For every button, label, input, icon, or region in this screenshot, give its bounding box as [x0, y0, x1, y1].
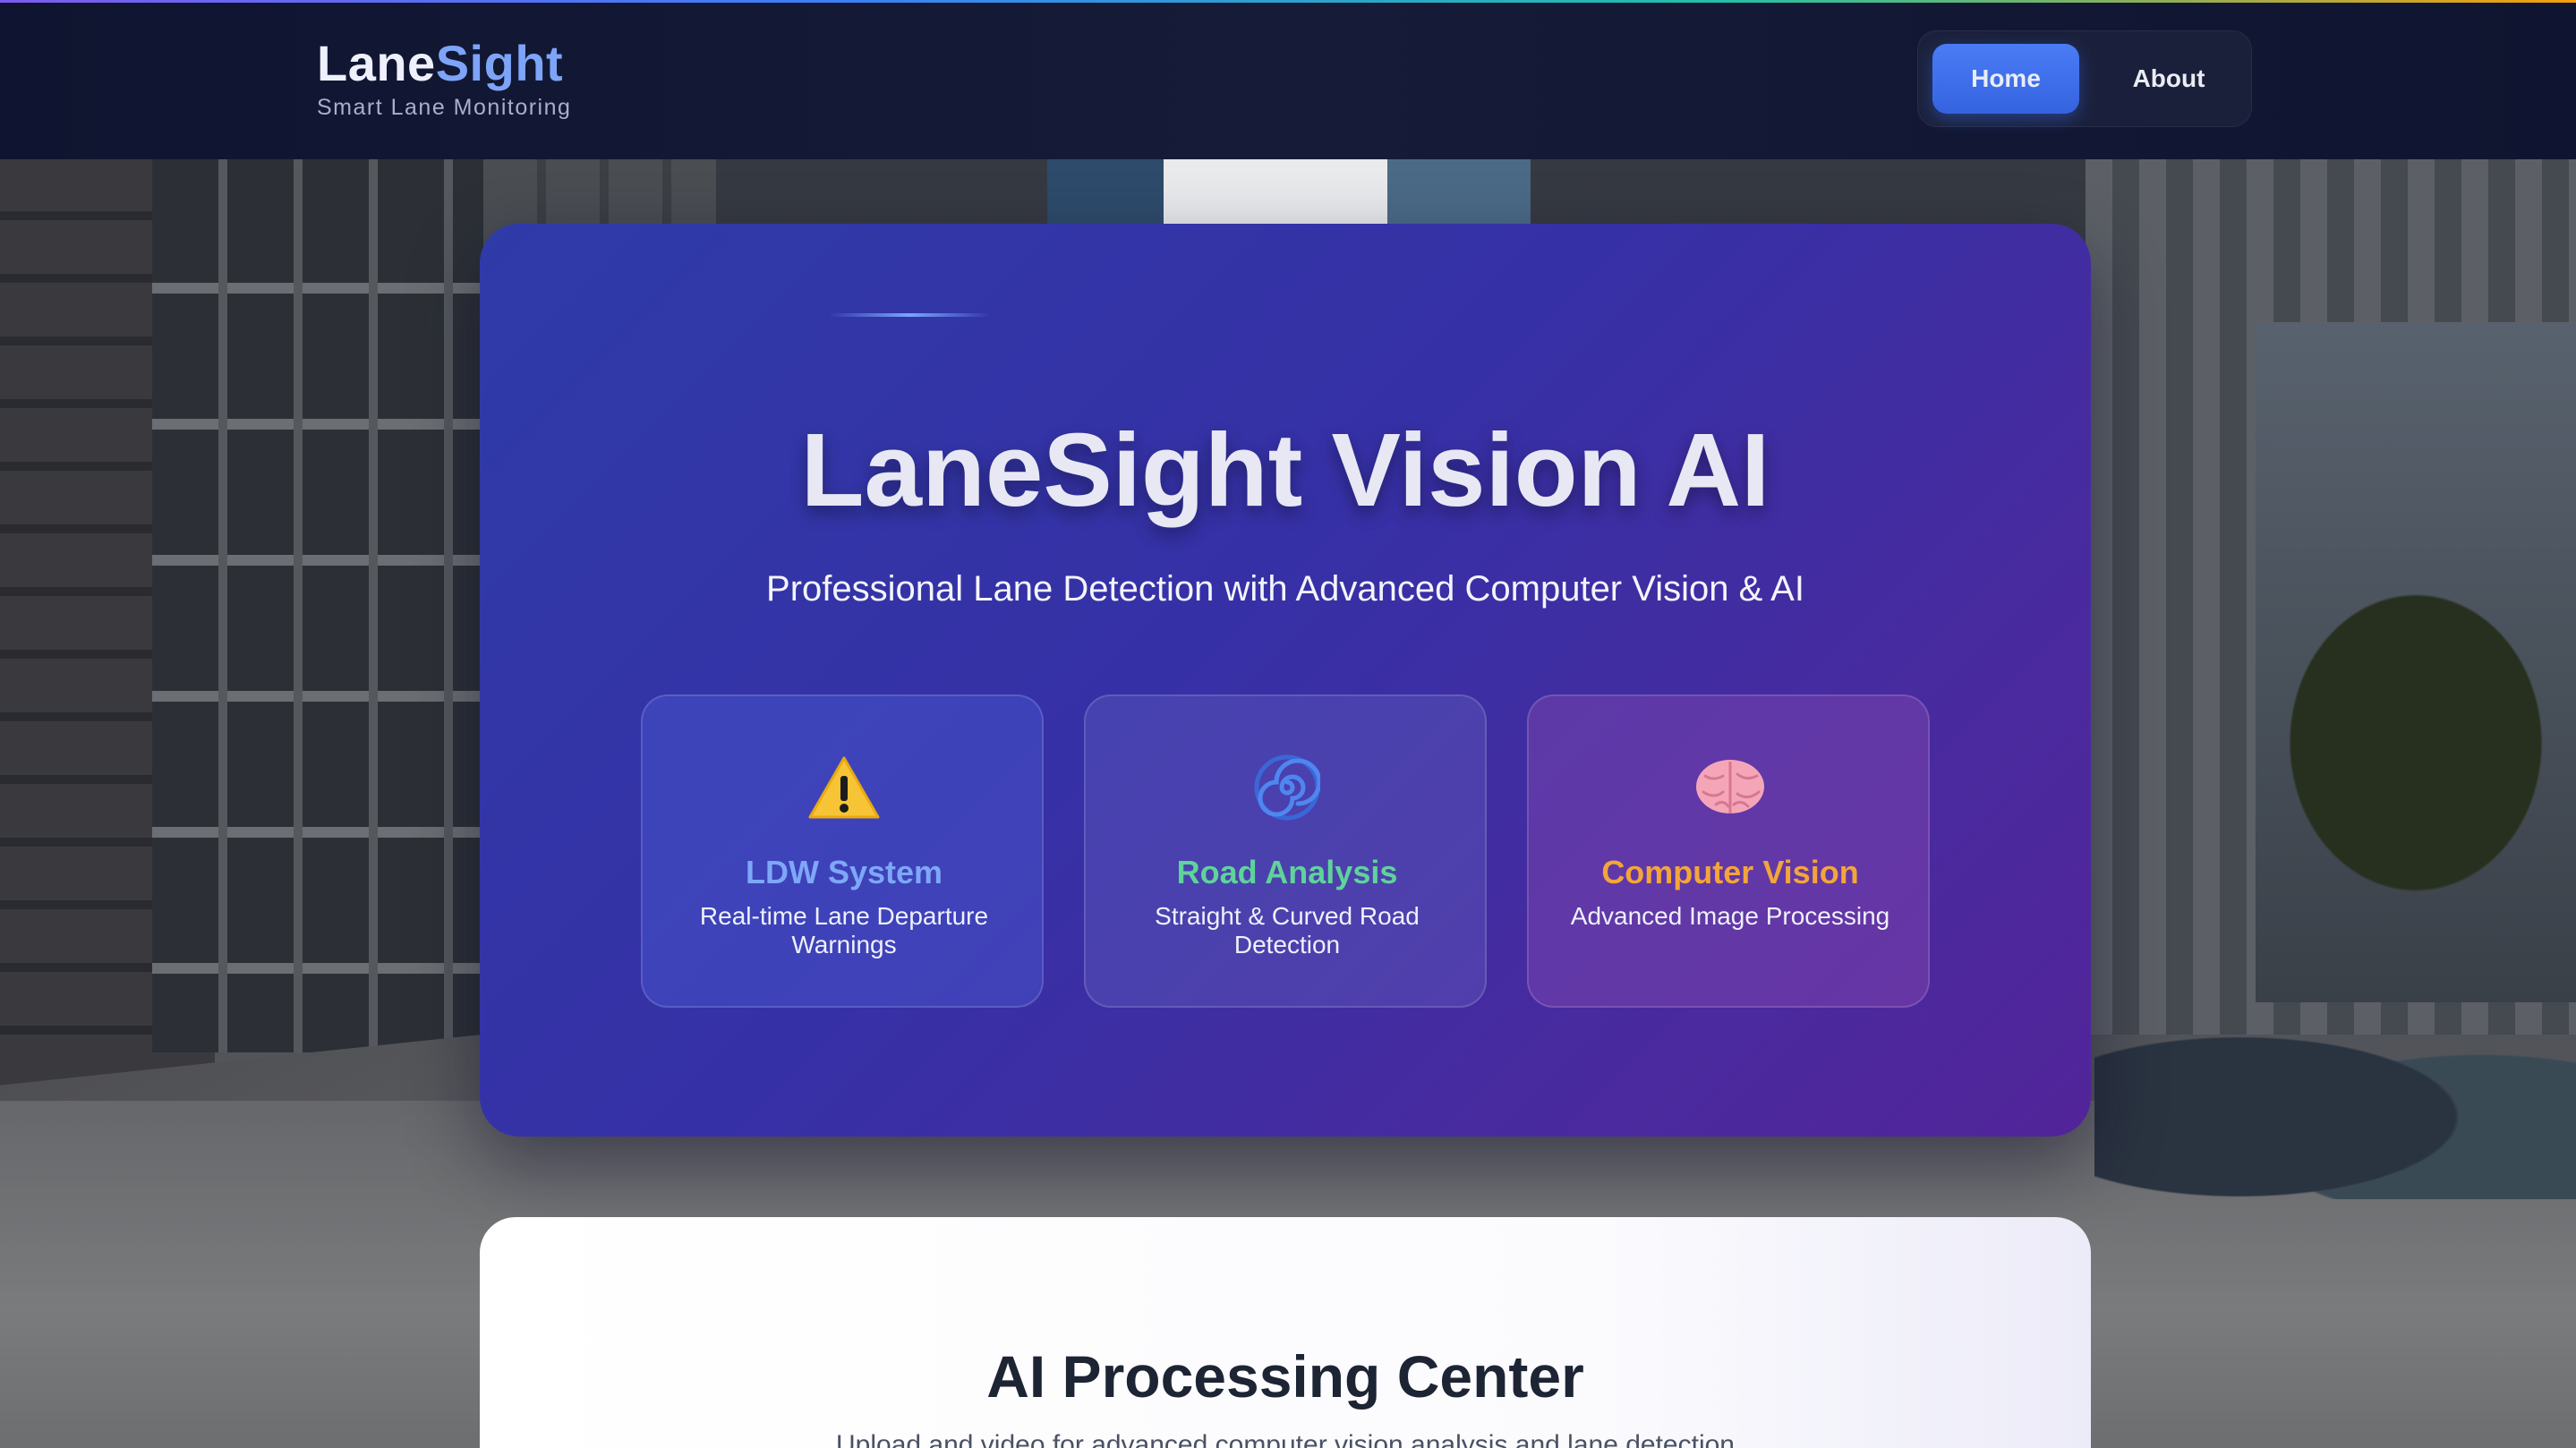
hero-accent-line: [829, 313, 990, 317]
warning-icon: [643, 752, 1045, 823]
site-header: LaneSight Smart Lane Monitoring Home Abo…: [0, 0, 2576, 159]
nav-about-button[interactable]: About: [2097, 44, 2240, 114]
processing-center-title: AI Processing Center: [986, 1343, 1584, 1410]
brand-logo[interactable]: LaneSight Smart Lane Monitoring: [317, 34, 571, 121]
feature-card-title: Computer Vision: [1601, 854, 1859, 890]
nav-home-button[interactable]: Home: [1932, 44, 2079, 114]
hero-subtitle: Professional Lane Detection with Advance…: [766, 569, 1804, 609]
feature-card-title: LDW System: [745, 854, 943, 890]
background-tree: [2256, 555, 2576, 931]
processing-center-section: AI Processing Center Upload and video fo…: [480, 1217, 2091, 1448]
feature-card-computer-vision[interactable]: Computer Vision Advanced Image Processin…: [1527, 694, 1930, 1008]
feature-card-road-analysis[interactable]: Road Analysis Straight & Curved Road Det…: [1084, 694, 1487, 1008]
background-cars: [2094, 993, 2576, 1199]
brand-title-primary: Lane: [317, 35, 436, 91]
feature-card-ldw[interactable]: LDW System Real-time Lane Departure Warn…: [641, 694, 1044, 1008]
feature-card-description: Advanced Image Processing: [1570, 902, 1890, 930]
brand-title: LaneSight: [317, 34, 571, 93]
background-building: [1047, 158, 1531, 229]
hero-section: LaneSight Vision AI Professional Lane De…: [480, 224, 2091, 1137]
feature-cards: LDW System Real-time Lane Departure Warn…: [641, 694, 1930, 1008]
brand-title-accent: Sight: [435, 35, 564, 91]
spiral-icon: [1086, 752, 1488, 823]
brand-tagline: Smart Lane Monitoring: [317, 95, 572, 120]
main-nav: Home About: [1917, 30, 2252, 127]
hero-title: LaneSight Vision AI: [800, 412, 1770, 528]
top-gradient-line: [0, 0, 2576, 3]
feature-card-description: Real-time Lane Departure Warnings: [699, 902, 989, 958]
feature-card-title: Road Analysis: [1176, 854, 1398, 890]
feature-card-description: Straight & Curved Road Detection: [1155, 902, 1420, 958]
brain-icon: [1529, 752, 1932, 823]
processing-center-subtitle: Upload and video for advanced computer v…: [836, 1430, 1735, 1448]
background-building: [152, 158, 492, 1052]
page: LaneSight Smart Lane Monitoring Home Abo…: [0, 0, 2576, 1448]
